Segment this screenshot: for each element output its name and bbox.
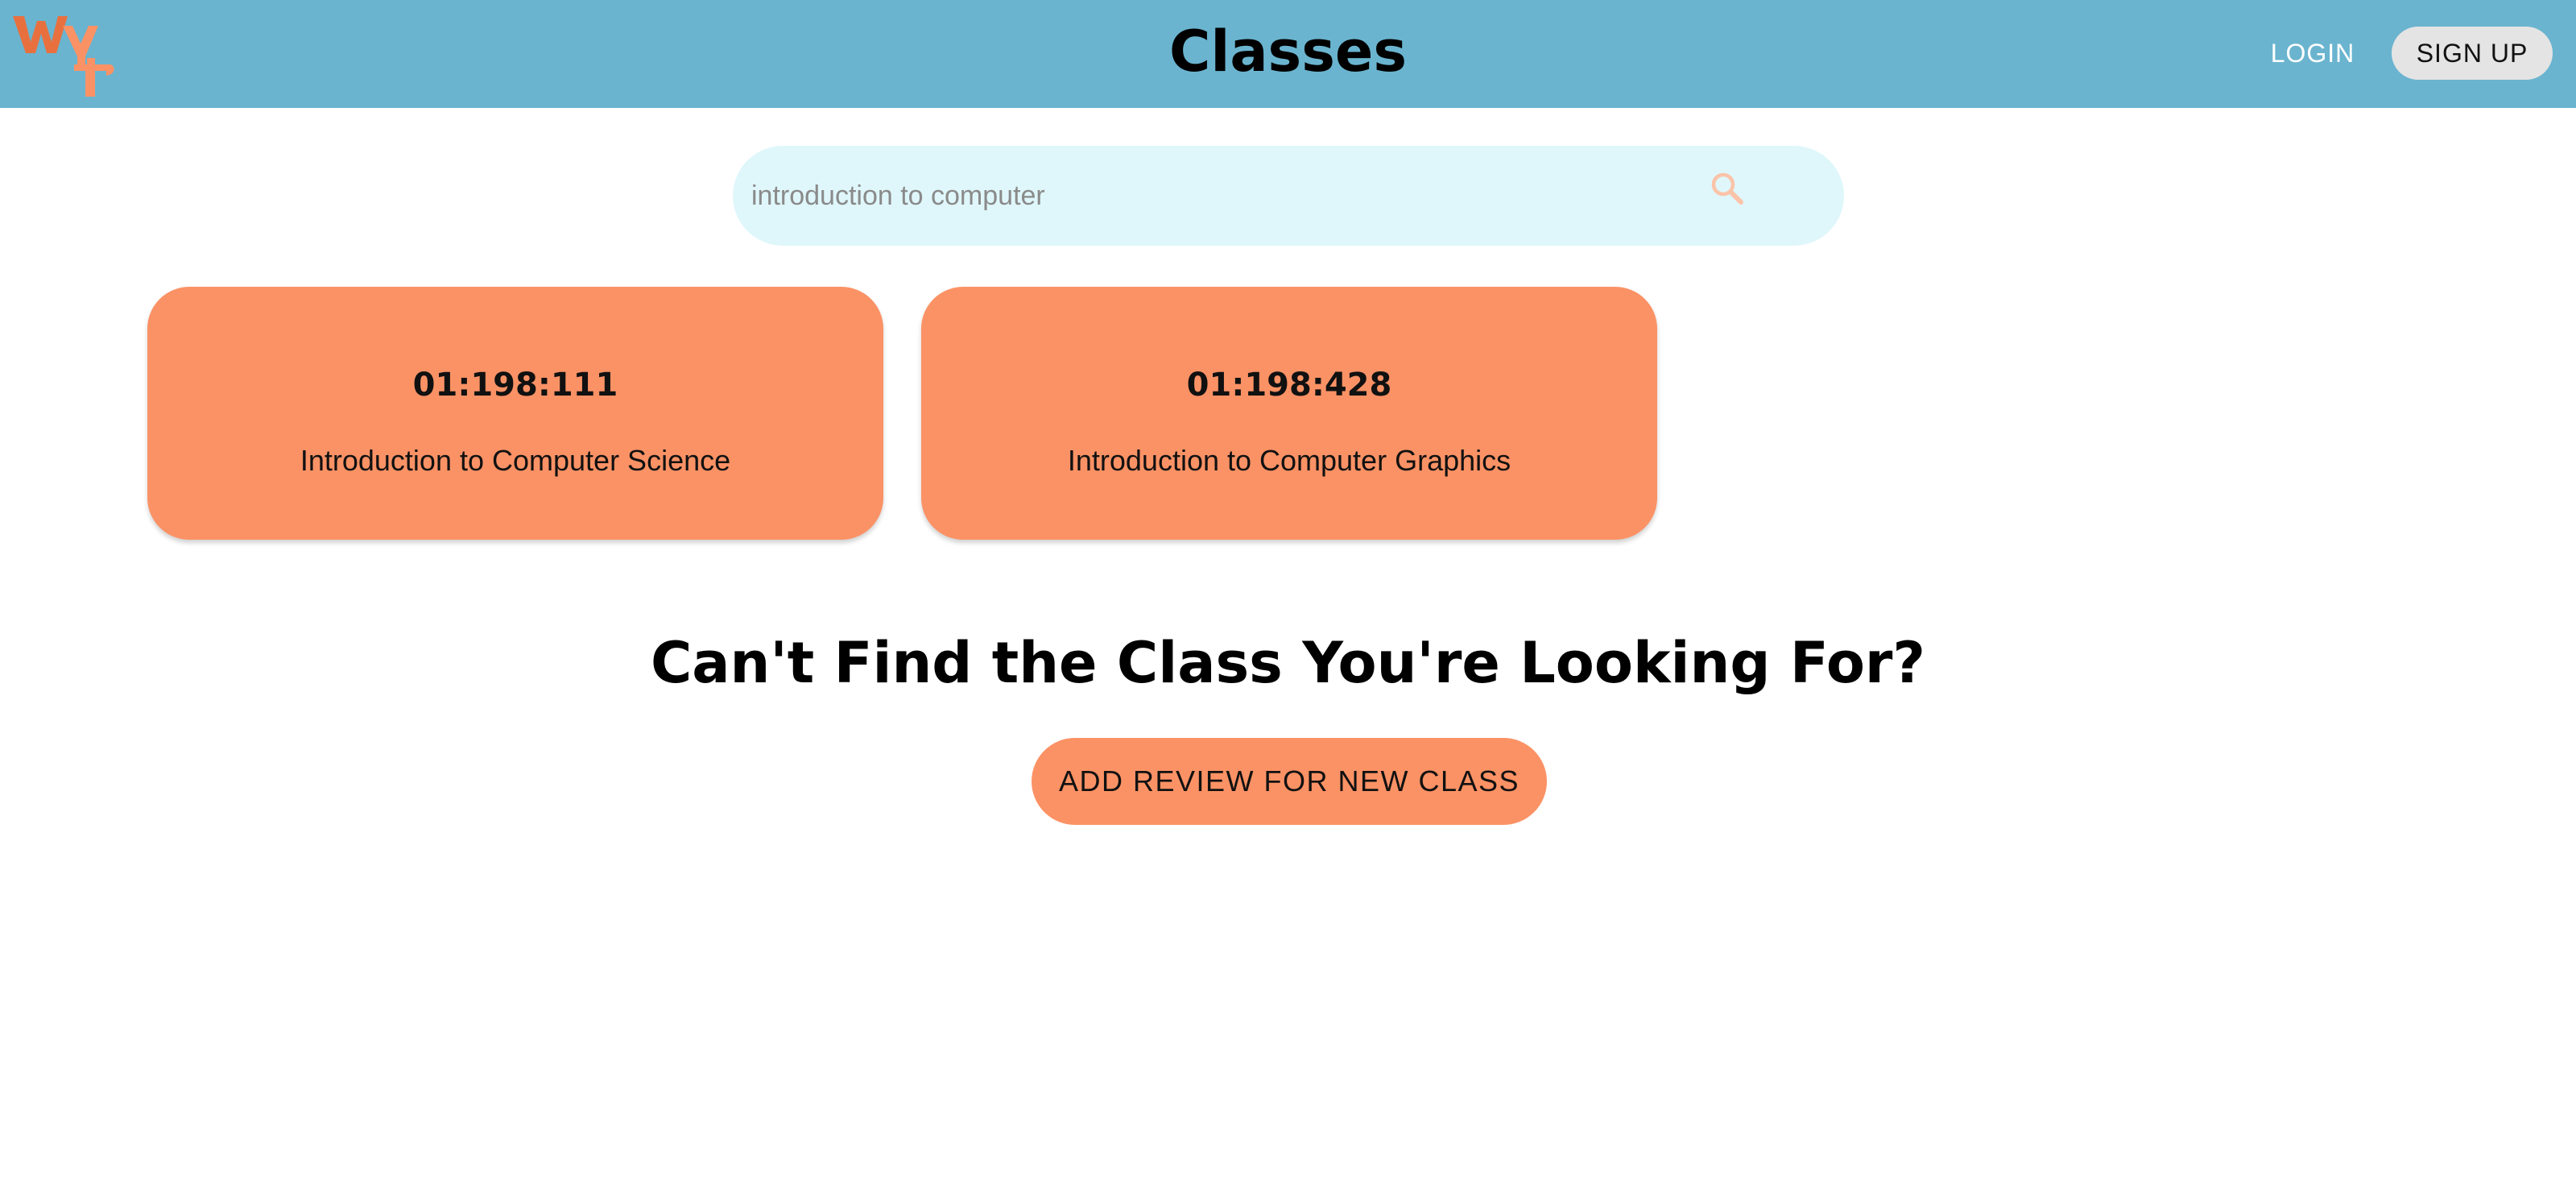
top-header: Classes LOGIN SIGN UP: [0, 0, 2576, 108]
search-icon[interactable]: [1707, 168, 1749, 210]
not-found-heading: Can't Find the Class You're Looking For?: [650, 630, 1926, 696]
search-bar[interactable]: [733, 146, 1844, 246]
search-input[interactable]: [751, 170, 1718, 222]
class-code: 01:198:428: [1186, 367, 1392, 404]
class-name: Introduction to Computer Graphics: [1067, 444, 1511, 477]
page-title: Classes: [1168, 19, 1408, 85]
class-code: 01:198:111: [412, 367, 618, 404]
login-button[interactable]: LOGIN: [2247, 26, 2379, 81]
class-card[interactable]: 01:198:111 Introduction to Computer Scie…: [147, 287, 883, 540]
class-card[interactable]: 01:198:428 Introduction to Computer Grap…: [921, 287, 1657, 540]
class-name: Introduction to Computer Science: [300, 444, 731, 477]
add-review-button[interactable]: ADD REVIEW FOR NEW CLASS: [1032, 738, 1547, 825]
signup-button[interactable]: SIGN UP: [2392, 27, 2553, 80]
